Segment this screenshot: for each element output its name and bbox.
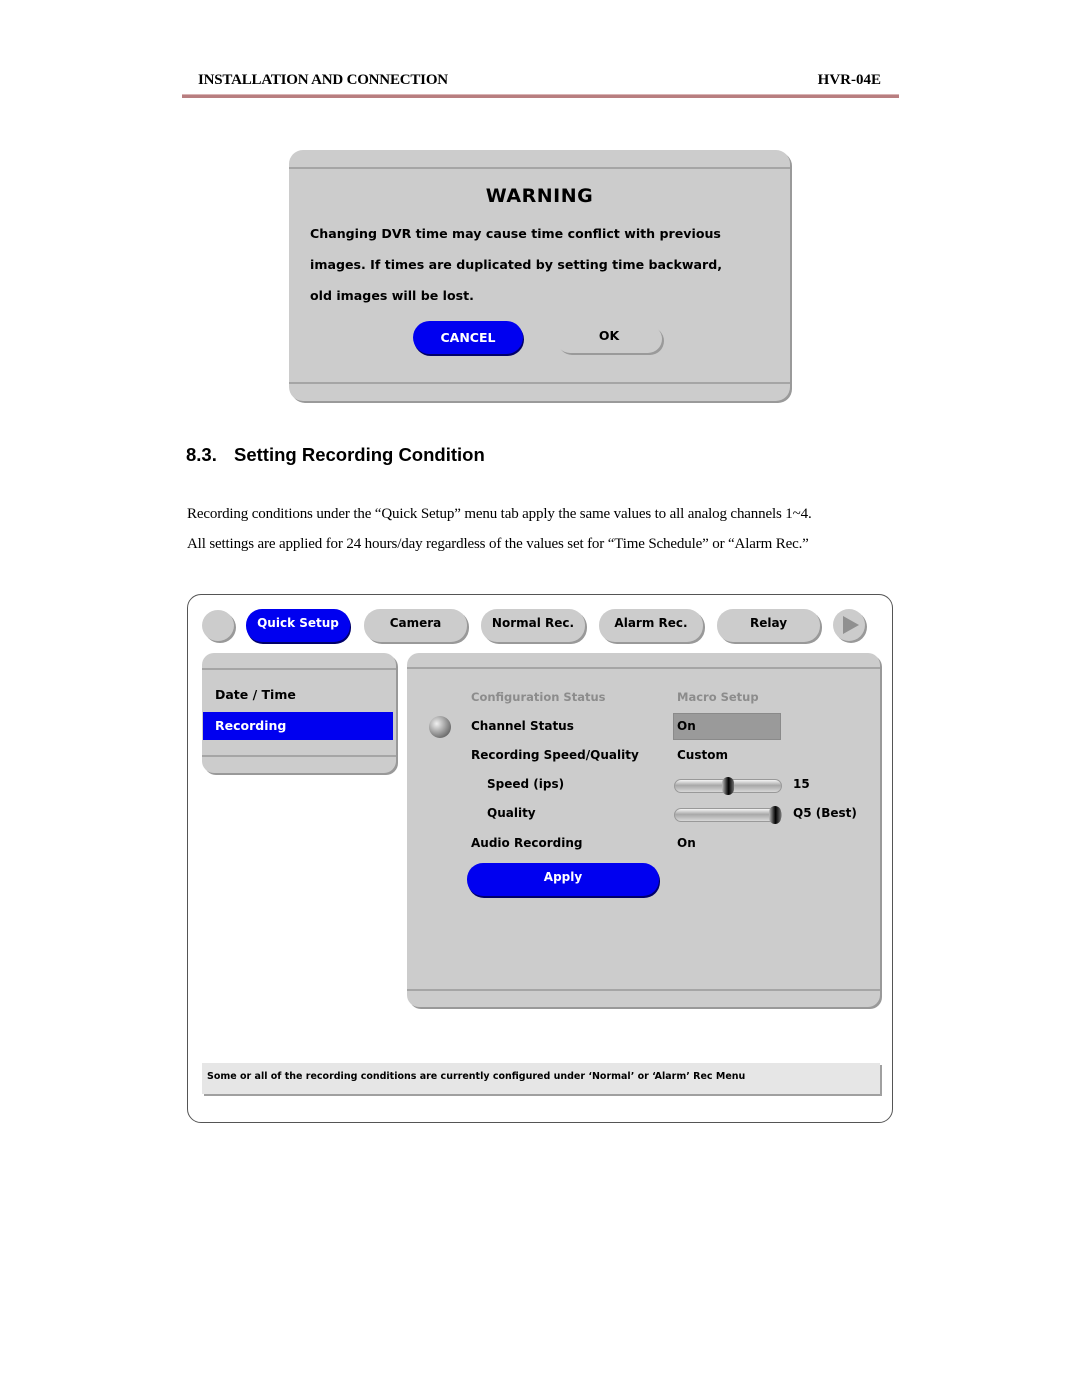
circle-button-icon[interactable] bbox=[202, 610, 234, 641]
body-paragraph: Recording conditions under the “Quick Se… bbox=[187, 506, 812, 522]
play-arrow-icon bbox=[843, 616, 859, 634]
tab-relay[interactable]: Relay bbox=[717, 609, 820, 642]
speed-slider[interactable] bbox=[674, 777, 782, 795]
body-paragraph: All settings are applied for 24 hours/da… bbox=[187, 536, 809, 552]
dialog-message: Changing DVR time may cause time conflic… bbox=[310, 218, 722, 311]
apply-button[interactable]: Apply bbox=[467, 863, 659, 896]
recording-setup-screenshot: Quick Setup Camera Normal Rec. Alarm Rec… bbox=[187, 594, 893, 1123]
panel-divider bbox=[202, 755, 396, 757]
speed-value: 15 bbox=[793, 777, 810, 791]
tab-quick-setup[interactable]: Quick Setup bbox=[246, 609, 350, 642]
sidebar-item-date-time[interactable]: Date / Time bbox=[203, 681, 393, 709]
header-divider bbox=[182, 94, 899, 98]
column-header-macro-setup: Macro Setup bbox=[677, 690, 759, 704]
header-section-title: INSTALLATION AND CONNECTION bbox=[198, 72, 448, 88]
panel-divider bbox=[407, 989, 880, 991]
speed-slider-thumb[interactable] bbox=[722, 777, 734, 795]
sidebar-item-recording[interactable]: Recording bbox=[203, 712, 393, 740]
next-tab-button[interactable] bbox=[833, 609, 865, 641]
audio-recording-label: Audio Recording bbox=[471, 836, 583, 850]
panel-divider bbox=[202, 668, 396, 670]
tab-camera[interactable]: Camera bbox=[364, 609, 467, 642]
settings-panel: Configuration Status Macro Setup Channel… bbox=[407, 653, 880, 1007]
column-header-configuration-status: Configuration Status bbox=[471, 690, 606, 704]
section-heading: 8.3. Setting Recording Condition bbox=[186, 444, 485, 466]
dialog-message-line: images. If times are duplicated by setti… bbox=[310, 257, 723, 272]
quality-slider-thumb[interactable] bbox=[769, 806, 781, 824]
section-number: 8.3. bbox=[186, 444, 217, 465]
ok-button[interactable]: OK bbox=[556, 325, 662, 353]
cancel-button[interactable]: CANCEL bbox=[413, 321, 523, 354]
quality-label: Quality bbox=[487, 806, 536, 820]
status-message: Some or all of the recording conditions … bbox=[202, 1063, 880, 1094]
sidebar-panel: Date / Time Recording bbox=[202, 653, 396, 773]
dialog-top-divider bbox=[289, 167, 790, 169]
sphere-bullet-icon bbox=[429, 716, 451, 738]
header-model: HVR-04E bbox=[817, 72, 881, 88]
dialog-bottom-divider bbox=[289, 382, 790, 384]
panel-divider bbox=[407, 667, 880, 669]
quality-value: Q5 (Best) bbox=[793, 806, 857, 820]
dialog-message-line: old images will be lost. bbox=[310, 288, 474, 303]
channel-status-value[interactable]: On bbox=[677, 719, 696, 733]
dialog-title: WARNING bbox=[485, 185, 594, 207]
tab-alarm-rec[interactable]: Alarm Rec. bbox=[599, 609, 703, 642]
speed-quality-value[interactable]: Custom bbox=[677, 748, 728, 762]
section-title: Setting Recording Condition bbox=[234, 444, 485, 465]
tab-normal-rec[interactable]: Normal Rec. bbox=[481, 609, 585, 642]
speed-label: Speed (ips) bbox=[487, 777, 565, 791]
audio-recording-value[interactable]: On bbox=[677, 836, 696, 850]
warning-dialog: WARNING Changing DVR time may cause time… bbox=[289, 150, 790, 401]
quality-slider[interactable] bbox=[674, 806, 782, 824]
channel-status-label: Channel Status bbox=[471, 719, 574, 733]
dialog-message-line: Changing DVR time may cause time conflic… bbox=[310, 226, 721, 241]
speed-quality-label: Recording Speed/Quality bbox=[471, 748, 639, 762]
